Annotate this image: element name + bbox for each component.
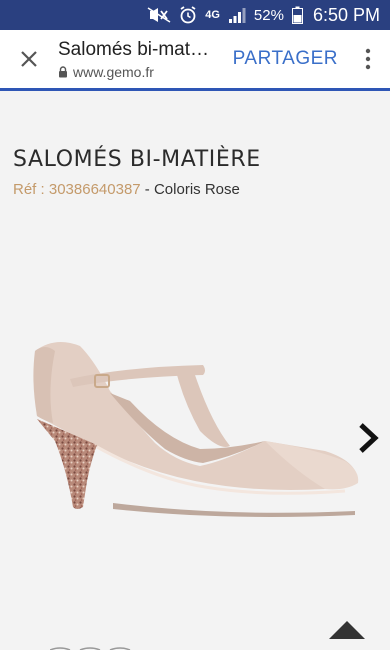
share-button[interactable]: PARTAGER [233,48,338,70]
tab-title-area: Salomés bi-mat… www.gemo.fr [58,39,233,80]
close-icon [21,51,37,67]
product-image[interactable] [25,321,365,521]
product-title: SALOMÉS BI-MATIÈRE [13,147,261,172]
clock: 6:50 PM [312,4,380,25]
battery-icon [291,5,303,25]
more-vertical-icon [365,48,371,70]
product-color: Coloris Rose [153,181,240,198]
page-url: www.gemo.fr [73,63,154,80]
chevron-right-icon [359,423,379,453]
browser-tab-header: Salomés bi-mat… www.gemo.fr PARTAGER [0,30,390,88]
ref-number: 30386640387 [48,181,141,198]
url-row: www.gemo.fr [58,64,233,80]
network-type: 4G [205,8,220,21]
page-content: SALOMÉS BI-MATIÈRE Réf : 30386640387 - C… [0,91,390,650]
close-button[interactable] [0,30,58,88]
lock-icon [59,65,67,77]
battery-percent: 52% [253,6,284,24]
ref-separator: - [144,181,150,198]
page-title: Salomés bi-mat… [58,38,209,60]
more-options-button[interactable] [356,30,380,88]
ref-label: Réf : [13,181,45,198]
signal-icon [228,5,246,25]
thumbnail-strip-partial [50,647,131,650]
alarm-icon [179,5,197,25]
product-reference: Réf : 30386640387 - Coloris Rose [13,181,240,198]
mute-icon [147,5,171,25]
status-bar: 4G 52% 6:50 PM [0,0,390,30]
scroll-to-top-button[interactable] [325,619,369,641]
next-image-button[interactable] [353,421,383,455]
